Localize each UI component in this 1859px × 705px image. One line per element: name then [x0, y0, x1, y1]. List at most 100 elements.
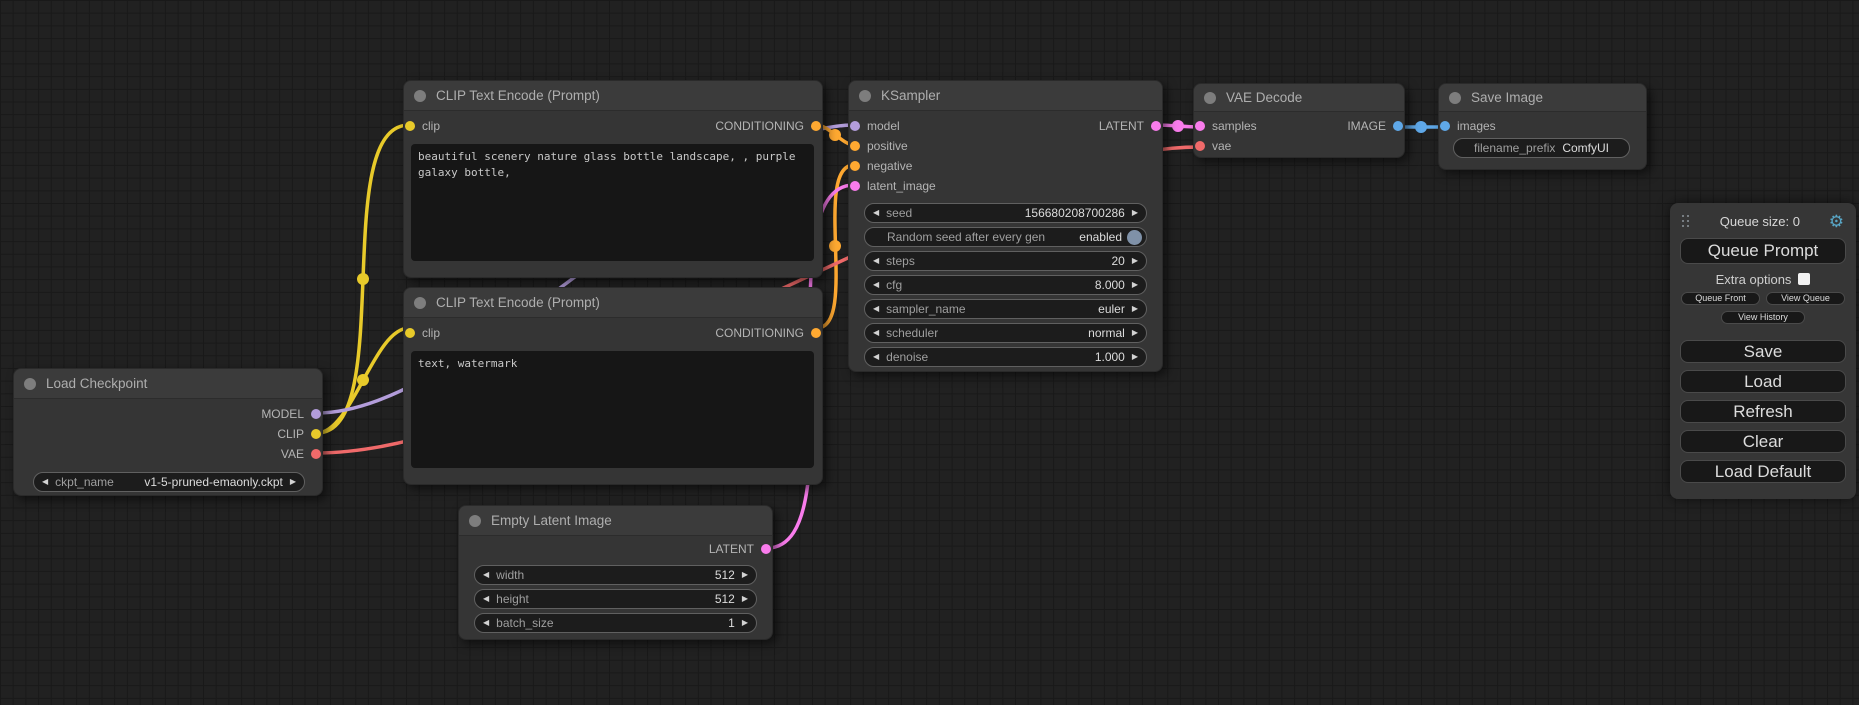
decrement-arrow-icon[interactable]: ◀ — [483, 595, 489, 603]
node-load-checkpoint[interactable]: Load Checkpoint MODEL CLIP VAE ◀ ckpt_na… — [13, 368, 323, 496]
collapse-dot-icon[interactable] — [1449, 92, 1461, 104]
decrement-arrow-icon[interactable]: ◀ — [483, 571, 489, 579]
output-port-model[interactable] — [311, 409, 321, 419]
input-port-latent-image[interactable] — [850, 181, 860, 191]
node-title-bar[interactable]: Load Checkpoint — [14, 369, 322, 399]
node-title: KSampler — [881, 88, 940, 103]
decrement-arrow-icon[interactable]: ◀ — [483, 619, 489, 627]
node-title-bar[interactable]: CLIP Text Encode (Prompt) — [404, 288, 822, 318]
decrement-arrow-icon[interactable]: ◀ — [873, 329, 879, 337]
collapse-dot-icon[interactable] — [859, 90, 871, 102]
output-port-clip[interactable] — [311, 429, 321, 439]
input-port-positive[interactable] — [850, 141, 860, 151]
increment-arrow-icon[interactable]: ▶ — [290, 478, 296, 486]
settings-gear-icon[interactable]: ⚙ — [1829, 213, 1844, 230]
output-port-latent[interactable] — [761, 544, 771, 554]
widget-label: seed — [886, 206, 912, 220]
collapse-dot-icon[interactable] — [1204, 92, 1216, 104]
input-label-positive: positive — [867, 139, 908, 153]
queue-prompt-button[interactable]: Queue Prompt — [1680, 238, 1846, 264]
queue-front-button[interactable]: Queue Front — [1681, 292, 1760, 305]
increment-arrow-icon[interactable]: ▶ — [1132, 353, 1138, 361]
node-clip-text-encode-negative[interactable]: CLIP Text Encode (Prompt) clip CONDITION… — [403, 287, 823, 485]
link-midpoint-dot — [357, 374, 369, 386]
steps-widget[interactable]: ◀ steps 20 ▶ — [864, 251, 1147, 271]
node-title-bar[interactable]: Save Image — [1439, 84, 1646, 112]
extra-options-checkbox[interactable] — [1798, 273, 1810, 285]
increment-arrow-icon[interactable]: ▶ — [1132, 281, 1138, 289]
increment-arrow-icon[interactable]: ▶ — [1132, 305, 1138, 313]
widget-value: 1.000 — [1095, 350, 1125, 364]
clear-button[interactable]: Clear — [1680, 430, 1846, 453]
input-port-vae[interactable] — [1195, 141, 1205, 151]
increment-arrow-icon[interactable]: ▶ — [742, 619, 748, 627]
widget-label: height — [496, 592, 529, 606]
decrement-arrow-icon[interactable]: ◀ — [873, 305, 879, 313]
input-port-clip[interactable] — [405, 121, 415, 131]
node-title-bar[interactable]: CLIP Text Encode (Prompt) — [404, 81, 822, 111]
cfg-widget[interactable]: ◀ cfg 8.000 ▶ — [864, 275, 1147, 295]
height-widget[interactable]: ◀ height 512 ▶ — [474, 589, 757, 609]
increment-arrow-icon[interactable]: ▶ — [742, 595, 748, 603]
output-port-vae[interactable] — [311, 449, 321, 459]
node-vae-decode[interactable]: VAE Decode samples IMAGE vae — [1193, 83, 1405, 158]
decrement-arrow-icon[interactable]: ◀ — [42, 478, 48, 486]
filename-prefix-widget[interactable]: filename_prefix ComfyUI — [1453, 138, 1630, 158]
output-port-latent[interactable] — [1151, 121, 1161, 131]
output-port-conditioning[interactable] — [811, 328, 821, 338]
node-ksampler[interactable]: KSampler model LATENT positive negative … — [848, 80, 1163, 372]
increment-arrow-icon[interactable]: ▶ — [1132, 209, 1138, 217]
ckpt-name-widget[interactable]: ◀ ckpt_name v1-5-pruned-emaonly.ckpt ▶ — [33, 472, 305, 492]
denoise-widget[interactable]: ◀ denoise 1.000 ▶ — [864, 347, 1147, 367]
toggle-knob[interactable] — [1127, 230, 1142, 245]
input-label-vae: vae — [1212, 139, 1231, 153]
decrement-arrow-icon[interactable]: ◀ — [873, 281, 879, 289]
node-clip-text-encode-positive[interactable]: CLIP Text Encode (Prompt) clip CONDITION… — [403, 80, 823, 278]
increment-arrow-icon[interactable]: ▶ — [1132, 329, 1138, 337]
view-history-button[interactable]: View History — [1721, 311, 1805, 324]
decrement-arrow-icon[interactable]: ◀ — [873, 353, 879, 361]
view-queue-button[interactable]: View Queue — [1766, 292, 1845, 305]
extra-options-row: Extra options — [1670, 272, 1856, 286]
negative-prompt-textarea[interactable]: text, watermark — [411, 351, 814, 468]
sampler-name-widget[interactable]: ◀ sampler_name euler ▶ — [864, 299, 1147, 319]
widget-value: ComfyUI — [1562, 141, 1609, 155]
collapse-dot-icon[interactable] — [469, 515, 481, 527]
save-button[interactable]: Save — [1680, 340, 1846, 363]
load-default-button[interactable]: Load Default — [1680, 460, 1846, 483]
node-graph-canvas[interactable]: Load Checkpoint MODEL CLIP VAE ◀ ckpt_na… — [0, 0, 1859, 705]
load-button[interactable]: Load — [1680, 370, 1846, 393]
input-port-negative[interactable] — [850, 161, 860, 171]
widget-value: 512 — [715, 568, 735, 582]
decrement-arrow-icon[interactable]: ◀ — [873, 257, 879, 265]
node-title-bar[interactable]: VAE Decode — [1194, 84, 1404, 112]
input-port-model[interactable] — [850, 121, 860, 131]
widget-value: 8.000 — [1095, 278, 1125, 292]
seed-widget[interactable]: ◀ seed 156680208700286 ▶ — [864, 203, 1147, 223]
random-seed-toggle-widget[interactable]: Random seed after every gen enabled — [864, 227, 1147, 247]
decrement-arrow-icon[interactable]: ◀ — [873, 209, 879, 217]
positive-prompt-textarea[interactable]: beautiful scenery nature glass bottle la… — [411, 144, 814, 261]
increment-arrow-icon[interactable]: ▶ — [742, 571, 748, 579]
input-port-clip[interactable] — [405, 328, 415, 338]
node-title: Empty Latent Image — [491, 513, 612, 528]
node-title-bar[interactable]: Empty Latent Image — [459, 506, 772, 536]
width-widget[interactable]: ◀ width 512 ▶ — [474, 565, 757, 585]
collapse-dot-icon[interactable] — [414, 297, 426, 309]
output-label-vae: VAE — [281, 447, 304, 461]
node-save-image[interactable]: Save Image images filename_prefix ComfyU… — [1438, 83, 1647, 170]
queue-panel-header: Queue size: 0 ⚙ — [1670, 203, 1856, 230]
input-port-samples[interactable] — [1195, 121, 1205, 131]
panel-drag-handle-icon[interactable] — [1682, 215, 1691, 228]
output-port-conditioning[interactable] — [811, 121, 821, 131]
output-port-image[interactable] — [1393, 121, 1403, 131]
collapse-dot-icon[interactable] — [24, 378, 36, 390]
node-title-bar[interactable]: KSampler — [849, 81, 1162, 111]
collapse-dot-icon[interactable] — [414, 90, 426, 102]
scheduler-widget[interactable]: ◀ scheduler normal ▶ — [864, 323, 1147, 343]
node-empty-latent-image[interactable]: Empty Latent Image LATENT ◀ width 512 ▶ … — [458, 505, 773, 640]
increment-arrow-icon[interactable]: ▶ — [1132, 257, 1138, 265]
batch-size-widget[interactable]: ◀ batch_size 1 ▶ — [474, 613, 757, 633]
input-port-images[interactable] — [1440, 121, 1450, 131]
refresh-button[interactable]: Refresh — [1680, 400, 1846, 423]
